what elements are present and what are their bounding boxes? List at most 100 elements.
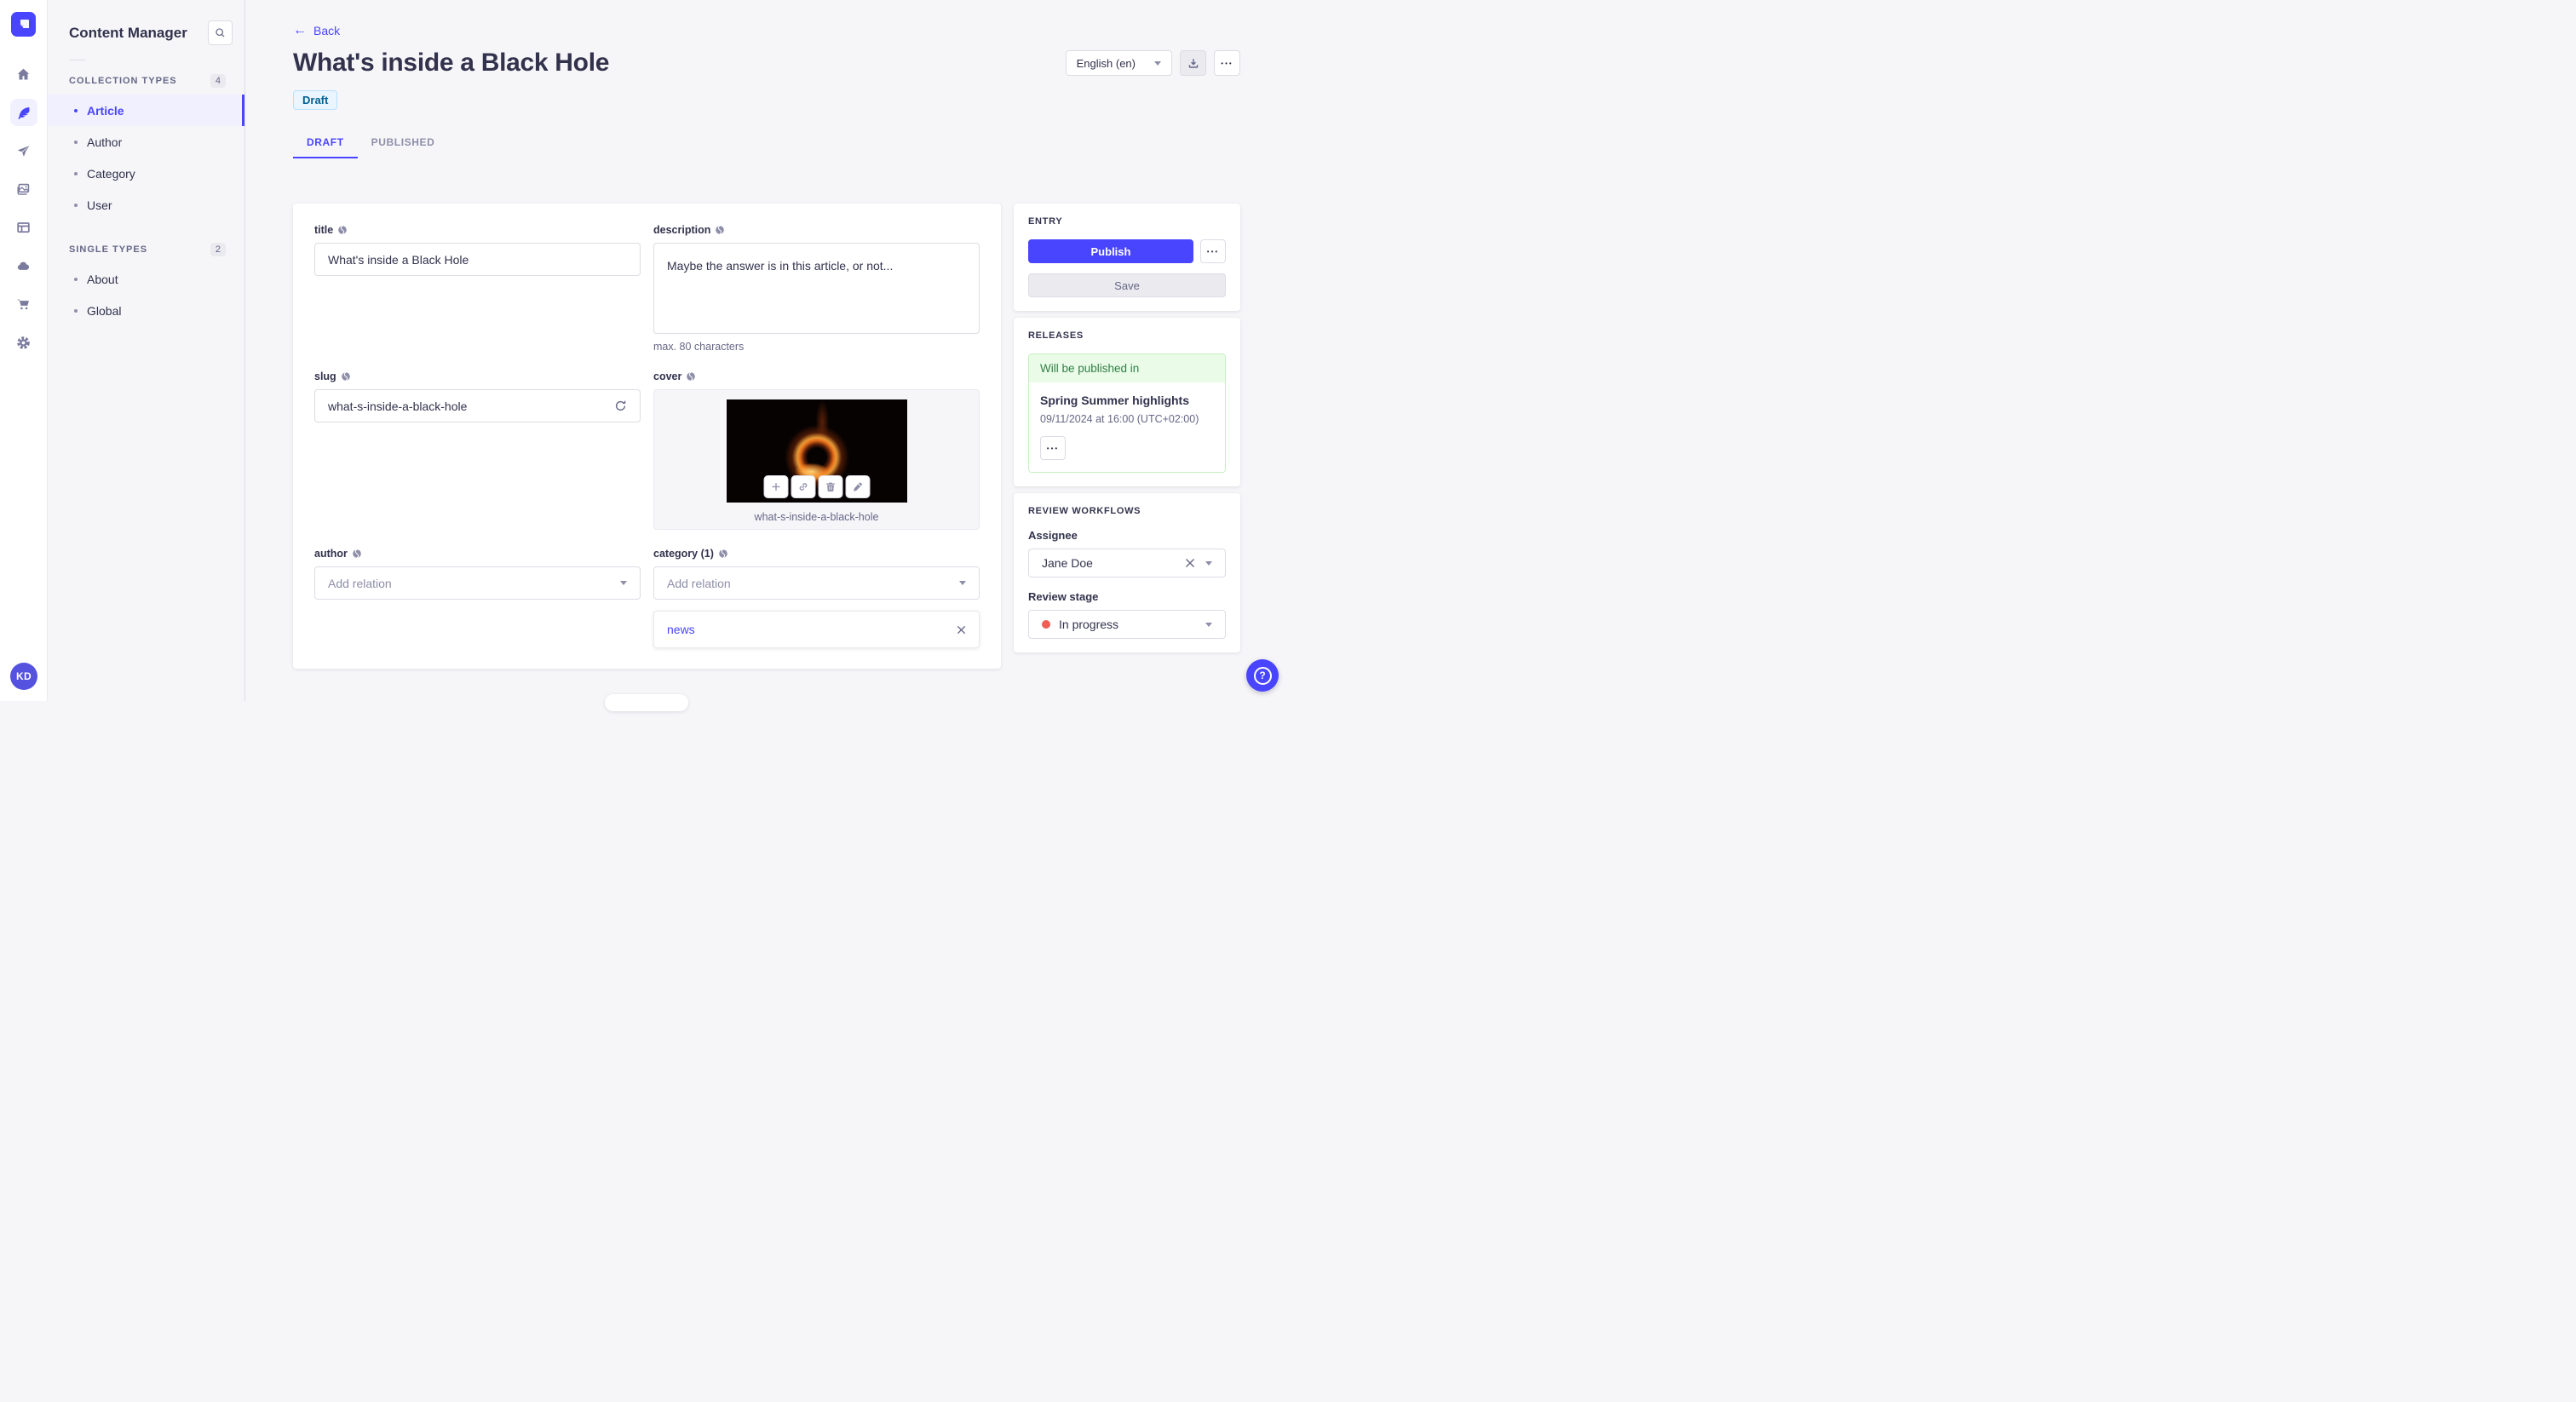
title-input[interactable]: What's inside a Black Hole [314,243,641,276]
review-stage-label: Review stage [1028,590,1099,603]
i18n-globe-icon [687,371,696,382]
slug-field-label: slug [314,371,336,382]
category-relation-combobox[interactable]: Add relation [653,566,980,600]
bullet-icon [74,140,78,144]
bullet-icon [74,277,78,281]
clear-assignee-button[interactable] [1185,558,1195,568]
author-placeholder: Add relation [328,576,392,590]
version-tabs: DRAFT PUBLISHED [293,130,1240,158]
content-type-builder-icon[interactable] [10,214,37,241]
page-title: What's inside a Black Hole [293,49,610,77]
bullet-icon [74,108,78,112]
tab-published[interactable]: PUBLISHED [358,130,449,158]
header-more-button[interactable]: ••• [1214,50,1240,76]
chevron-down-icon [1205,622,1212,627]
home-icon[interactable] [10,60,37,88]
locale-value: English (en) [1076,56,1136,70]
sidebar-item-about[interactable]: About [48,263,244,295]
slug-input-value: what-s-inside-a-black-hole [328,399,468,413]
category-relation-item: news [653,611,980,648]
locale-select[interactable]: English (en) [1065,50,1172,76]
cover-media-card: what-s-inside-a-black-hole [653,389,980,530]
strapi-logo-icon [20,19,29,28]
media-library-icon[interactable] [10,175,37,203]
chevron-down-icon [1154,60,1161,66]
bullet-icon [74,171,78,175]
more-icon: ••• [1221,59,1233,67]
sidebar-item-category[interactable]: Category [48,158,244,189]
author-relation-combobox[interactable]: Add relation [314,566,641,600]
main-area: ← Back What's inside a Black Hole Englis… [245,0,1288,701]
review-panel-title: REVIEW WORKFLOWS [1028,506,1141,516]
sidebar-item-label: Article [87,103,124,118]
publish-button[interactable]: Publish [1028,239,1193,263]
slug-input[interactable]: what-s-inside-a-black-hole [314,389,641,422]
sidebar-item-label: About [87,272,118,286]
description-textarea[interactable]: Maybe the answer is in this article, or … [653,243,980,334]
marketplace-cart-icon[interactable] [10,290,37,318]
back-label: Back [313,24,341,37]
add-media-button[interactable] [763,475,788,498]
edit-media-button[interactable] [845,475,870,498]
stage-status-dot [1042,620,1050,629]
cover-image[interactable] [726,399,907,503]
regenerate-icon[interactable] [614,399,627,412]
link-icon [799,483,807,491]
strapi-logo[interactable] [11,12,36,37]
release-name[interactable]: Spring Summer highlights [1040,394,1214,407]
more-icon: ••• [1046,444,1060,452]
release-more-button[interactable]: ••• [1040,436,1066,460]
save-button[interactable]: Save [1028,273,1226,297]
plus-icon [772,483,779,491]
user-avatar[interactable]: KD [10,663,37,690]
releases-plane-icon[interactable] [10,137,37,164]
collapsed-bottom-pill[interactable] [605,694,688,711]
review-workflows-panel: REVIEW WORKFLOWS Assignee Jane Doe Revie… [1014,493,1240,652]
cover-field-label: cover [653,371,682,382]
collection-types-count-badge: 4 [210,74,226,88]
bullet-icon [74,308,78,313]
help-button[interactable]: ? [1246,659,1279,692]
export-button[interactable] [1180,50,1206,76]
back-link[interactable]: ← Back [293,23,341,38]
edit-form-card: title What's inside a Black Hole descrip… [293,204,1001,669]
content-manager-sidebar: Content Manager COLLECTION TYPES 4 Artic… [48,0,245,701]
category-placeholder: Add relation [667,576,731,590]
author-field-label: author [314,548,348,560]
cloud-icon[interactable] [10,252,37,279]
chevron-down-icon [620,581,627,585]
sidebar-item-article[interactable]: Article [48,95,244,126]
release-status: Will be published in [1029,354,1225,382]
i18n-globe-icon [716,225,725,235]
collection-types-heading: COLLECTION TYPES [69,76,177,86]
sidebar-item-user[interactable]: User [48,189,244,221]
sidebar-item-global[interactable]: Global [48,295,244,326]
settings-gear-icon[interactable] [10,329,37,356]
nav-rail: KD [0,0,48,701]
i18n-globe-icon [338,225,348,235]
copy-link-button[interactable] [791,475,815,498]
entry-panel: ENTRY Publish ••• Save [1014,204,1240,311]
bullet-icon [74,203,78,207]
remove-relation-button[interactable] [957,625,966,635]
sidebar-item-label: Global [87,303,122,318]
assignee-combobox[interactable]: Jane Doe [1028,549,1226,577]
title-field-label: title [314,224,334,236]
i18n-globe-icon [719,549,727,559]
review-stage-combobox[interactable]: In progress [1028,610,1226,639]
content-manager-icon[interactable] [9,99,37,126]
tab-draft[interactable]: DRAFT [293,130,358,158]
question-mark-icon: ? [1253,666,1272,685]
i18n-globe-icon [353,549,361,559]
status-badge: Draft [293,90,338,110]
entry-sidebar: ENTRY Publish ••• Save RELEASES Will be … [1014,204,1240,652]
sidebar-item-author[interactable]: Author [48,126,244,158]
releases-panel: RELEASES Will be published in Spring Sum… [1014,318,1240,486]
delete-media-button[interactable] [818,475,842,498]
pencil-icon [853,482,862,491]
search-button[interactable] [208,20,233,45]
back-arrow-icon: ← [293,23,307,37]
trash-icon [825,482,835,492]
entry-more-button[interactable]: ••• [1200,239,1226,263]
relation-link-news[interactable]: news [667,623,695,636]
